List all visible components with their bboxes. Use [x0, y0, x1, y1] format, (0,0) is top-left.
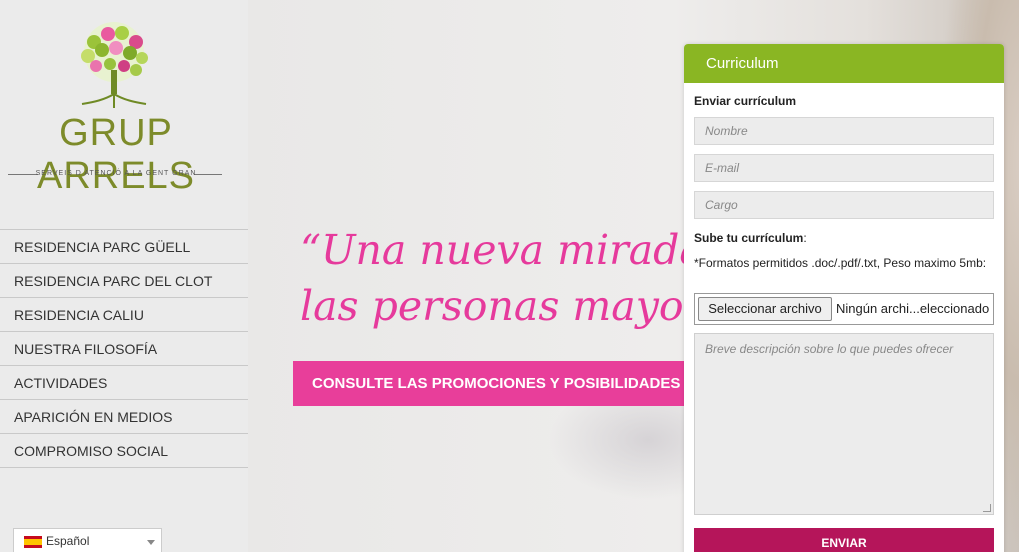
logo-tagline: SERVEIS D ATENCIÓ A LA GENT GRAN: [35, 170, 197, 177]
nav-item-actividades[interactable]: ACTIVIDADES: [0, 366, 248, 400]
submit-button[interactable]: ENVIAR: [694, 528, 994, 552]
tree-icon: [81, 22, 148, 108]
select-file-button[interactable]: Seleccionar archivo: [698, 297, 832, 321]
sidebar: GRUP ARRELS SERVEIS D ATENCIÓ A LA GENT …: [0, 0, 248, 552]
file-status: Ningún archi...eleccionado: [836, 301, 990, 316]
spain-flag-icon: [24, 536, 42, 548]
logo[interactable]: GRUP ARRELS SERVEIS D ATENCIÓ A LA GENT …: [0, 0, 248, 200]
upload-label: Sube tu currículum: [694, 231, 804, 245]
description-placeholder: Breve descripción sobre lo que puedes of…: [705, 342, 954, 356]
name-field[interactable]: Nombre: [694, 117, 994, 145]
main-nav: RESIDENCIA PARC GÜELL RESIDENCIA PARC DE…: [0, 229, 248, 468]
nav-item-compromiso-social[interactable]: COMPROMISO SOCIAL: [0, 434, 248, 468]
email-field[interactable]: E-mail: [694, 154, 994, 182]
nav-item-nuestra-filosofia[interactable]: NUESTRA FILOSOFÍA: [0, 332, 248, 366]
language-select[interactable]: Español: [13, 528, 162, 552]
nav-item-residencia-parc-guell[interactable]: RESIDENCIA PARC GÜELL: [0, 230, 248, 264]
upload-formats: *Formatos permitidos .doc/.pdf/.txt, Pes…: [694, 256, 987, 270]
cargo-field[interactable]: Cargo: [694, 191, 994, 219]
upload-colon: :: [803, 231, 807, 245]
form-title: Enviar currículum: [694, 94, 797, 108]
language-label: Español: [46, 534, 90, 548]
promotions-button[interactable]: CONSULTE LAS PROMOCIONES Y POSIBILIDADES: [293, 361, 733, 406]
description-textarea[interactable]: Breve descripción sobre lo que puedes of…: [694, 333, 994, 515]
upload-title: Sube tu currículum:: [694, 231, 807, 245]
panel-header: Curriculum: [684, 44, 1004, 83]
nav-item-residencia-caliu[interactable]: RESIDENCIA CALIU: [0, 298, 248, 332]
chevron-down-icon: [147, 540, 155, 545]
curriculum-panel: Curriculum Enviar currículum Nombre E-ma…: [684, 44, 1004, 552]
resize-handle-icon[interactable]: [983, 504, 991, 512]
logo-brand: GRUP ARRELS: [36, 112, 196, 197]
nav-item-aparicion-en-medios[interactable]: APARICIÓN EN MEDIOS: [0, 400, 248, 434]
nav-item-residencia-parc-del-clot[interactable]: RESIDENCIA PARC DEL CLOT: [0, 264, 248, 298]
file-input[interactable]: Seleccionar archivo Ningún archi...elecc…: [694, 293, 994, 325]
